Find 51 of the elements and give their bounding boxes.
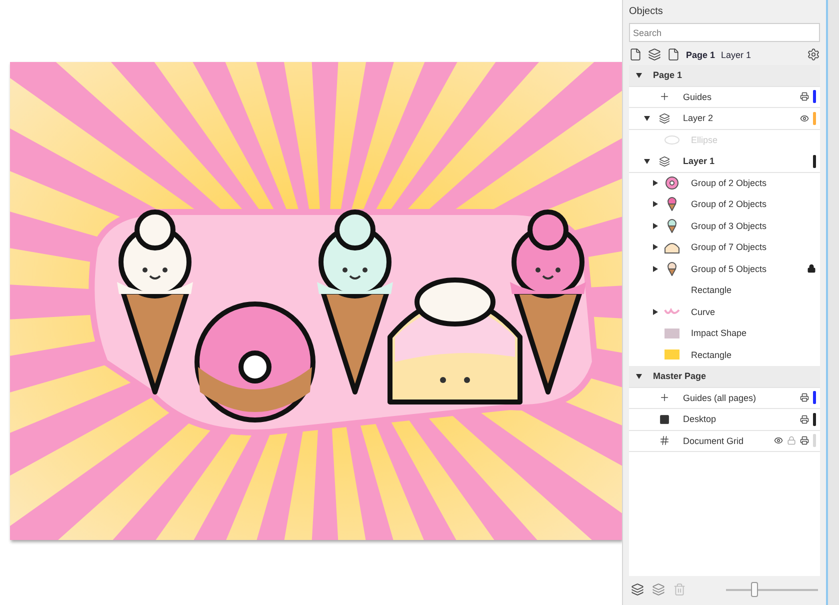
object-name[interactable]: Rectangle — [691, 350, 816, 360]
object-name[interactable]: Guides (all pages) — [683, 392, 796, 403]
grid-icon — [658, 435, 670, 446]
printer-icon[interactable] — [800, 436, 810, 446]
printer-icon[interactable] — [800, 414, 810, 424]
expand-toggle-icon[interactable] — [635, 71, 643, 80]
expand-toggle-icon[interactable] — [651, 243, 659, 252]
expand-toggle-icon[interactable] — [635, 372, 643, 380]
layers-icon[interactable] — [648, 48, 661, 61]
eye-icon[interactable] — [774, 436, 784, 446]
printer-icon[interactable] — [800, 92, 810, 102]
search-field[interactable]: Search — [629, 23, 820, 42]
expand-toggle-icon[interactable] — [651, 264, 659, 273]
expand-toggle-icon[interactable] — [643, 114, 651, 122]
new-master-layer-icon[interactable] — [652, 583, 665, 596]
object-name[interactable]: Group of 5 Objects — [691, 264, 804, 274]
page-icon[interactable] — [667, 48, 680, 61]
object-name[interactable]: Rectangle — [691, 285, 816, 296]
desktop-icon — [658, 414, 670, 425]
object-name[interactable]: Document Grid — [683, 436, 770, 446]
eye-icon[interactable] — [800, 114, 810, 123]
breadcrumb-link[interactable]: Page 1 — [686, 50, 716, 60]
layers-icon — [658, 112, 670, 124]
slider-thumb[interactable] — [750, 582, 758, 597]
expand-toggle-icon[interactable] — [651, 222, 659, 230]
expand-toggle-icon[interactable] — [643, 157, 651, 166]
object-name[interactable]: Layer 1 — [683, 156, 810, 166]
object-name[interactable]: Layer 2 — [683, 113, 796, 124]
object-name[interactable]: Group of 2 Objects — [691, 199, 816, 210]
object-name[interactable]: Impact Shape — [691, 328, 816, 338]
object-name[interactable]: Group of 3 Objects — [691, 220, 816, 231]
ellipse-thumbnail-icon — [664, 134, 680, 145]
new-layer-icon[interactable] — [631, 583, 644, 596]
cake-thumbnail-icon — [664, 240, 680, 254]
donut-thumbnail-icon — [665, 176, 679, 190]
object-name[interactable]: Group of 2 Objects — [691, 178, 816, 188]
object-name[interactable]: Guides — [683, 92, 796, 102]
breadcrumb-link[interactable]: Layer 1 — [721, 50, 752, 60]
expand-toggle-icon[interactable] — [651, 200, 659, 208]
page-view-icon[interactable] — [629, 48, 642, 61]
expand-toggle-icon[interactable] — [651, 178, 659, 187]
layers-icon — [658, 156, 670, 167]
panel-title: Objects — [628, 5, 664, 19]
settings-icon[interactable] — [807, 48, 820, 61]
curve-thumbnail-icon — [664, 308, 680, 316]
object-name[interactable]: Group of 7 Objects — [691, 242, 816, 252]
expand-toggle-icon[interactable] — [651, 308, 659, 316]
printer-icon[interactable] — [800, 393, 810, 402]
object-name[interactable]: Desktop — [683, 414, 796, 424]
lock-icon[interactable] — [807, 264, 816, 274]
object-name[interactable]: Curve — [691, 306, 816, 317]
